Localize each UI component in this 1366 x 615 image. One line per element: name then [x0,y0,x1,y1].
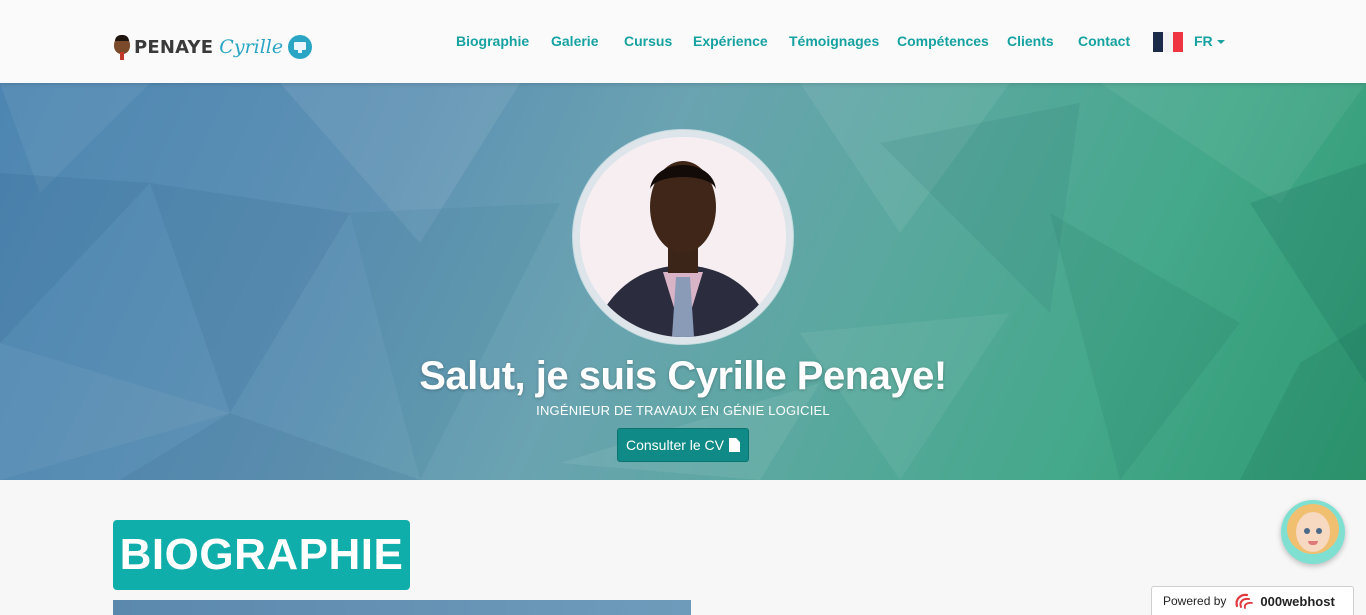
nav-competences[interactable]: Compétences [897,33,989,49]
hero-banner: Salut, je suis Cyrille Penaye! INGÉNIEUR… [0,83,1366,480]
hero-greeting: Salut, je suis [419,354,668,398]
nav-experience[interactable]: Expérience [693,33,768,49]
nav-galerie[interactable]: Galerie [551,33,598,49]
document-icon [729,438,741,452]
biography-image [113,600,691,615]
nav-contact[interactable]: Contact [1078,33,1130,49]
language-label: FR [1194,33,1213,49]
webhost-logo-icon [1235,593,1254,609]
profile-photo [573,130,793,344]
chat-avatar-icon[interactable] [1281,500,1345,564]
nav-clients[interactable]: Clients [1007,33,1054,49]
nav-cursus[interactable]: Cursus [624,33,672,49]
powered-by-label: Powered by [1163,594,1227,608]
hero-title: Salut, je suis Cyrille Penaye! [0,354,1366,399]
french-flag-icon[interactable] [1153,32,1183,52]
biography-heading: BIOGRAPHIE [113,520,410,590]
language-dropdown[interactable]: FR [1194,33,1225,49]
view-cv-button[interactable]: Consulter le CV [617,428,749,462]
caret-down-icon [1216,40,1225,45]
hero-subtitle: INGÉNIEUR DE TRAVAUX EN GÉNIE LOGICIEL [536,403,830,418]
navbar: PENAYE Cyrille Biographie Galerie Cursus… [0,0,1366,83]
nav-temoignages[interactable]: Témoignages [789,33,879,49]
powered-by-badge[interactable]: Powered by 000webhost [1151,586,1354,615]
view-cv-label: Consulter le CV [625,437,725,453]
hero-name: Cyrille Penaye! [667,354,947,398]
nav-biographie[interactable]: Biographie [456,33,529,49]
profile-portrait-image [580,137,786,337]
webhost-name: 000webhost [1260,593,1335,609]
